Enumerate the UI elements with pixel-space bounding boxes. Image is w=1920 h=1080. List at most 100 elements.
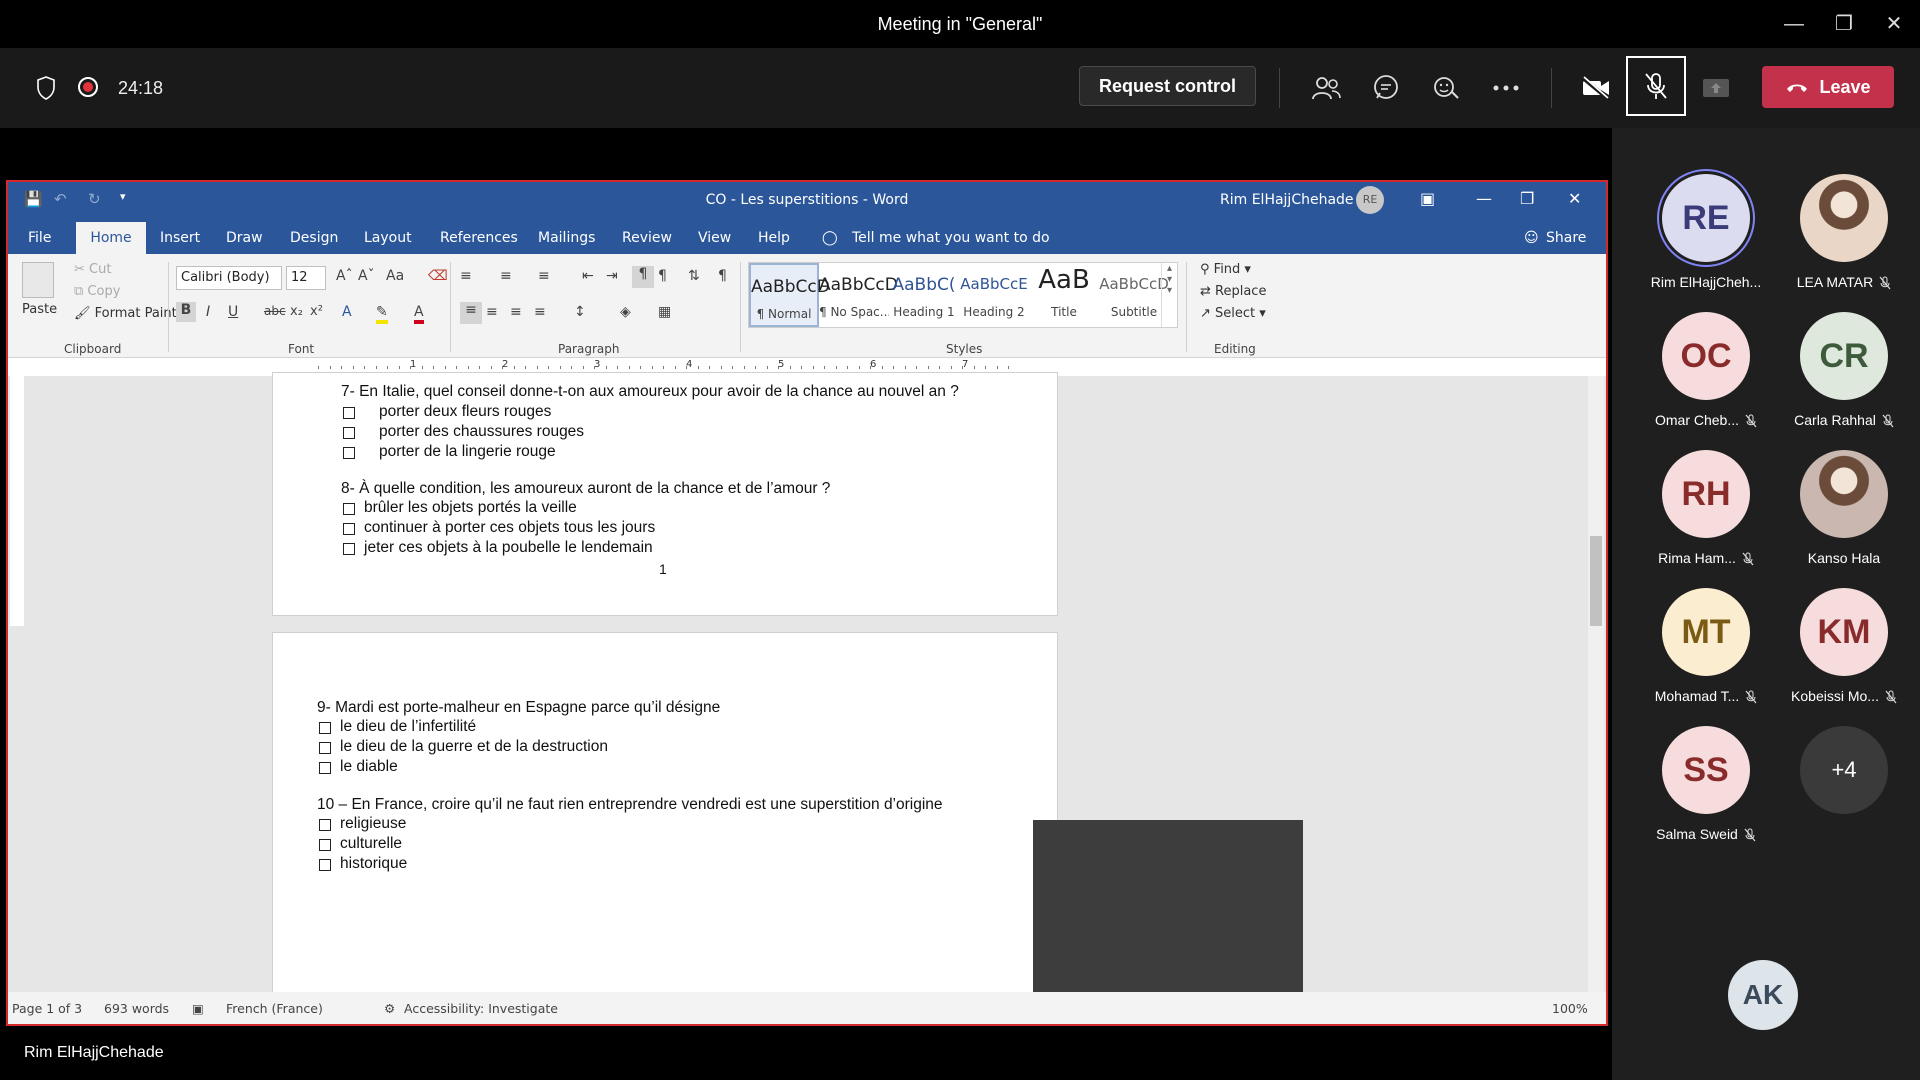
line-spacing-icon[interactable]: ↕ xyxy=(574,304,586,320)
tell-me-search[interactable]: Tell me what you want to do xyxy=(852,230,1050,246)
font-name-select[interactable]: Calibri (Body) xyxy=(176,266,282,290)
request-control-button[interactable]: Request control xyxy=(1079,66,1256,106)
document-area[interactable]: 7- En Italie, quel conseil donne-t-on au… xyxy=(8,372,1606,1012)
multilevel-list-icon[interactable]: ≡ xyxy=(538,268,550,284)
share-person-icon[interactable]: ☺ xyxy=(1524,230,1539,246)
grow-font-icon[interactable]: Aˆ xyxy=(336,268,353,284)
clear-formatting-icon[interactable]: ⌫ xyxy=(428,268,448,284)
participant-tile[interactable]: SS Salma Sweid xyxy=(1636,726,1776,856)
accessibility-status[interactable]: Accessibility: Investigate xyxy=(404,1001,558,1016)
style-no-spacing[interactable]: AaBbCcD ¶ No Spac... xyxy=(819,263,898,327)
mute-microphone-button[interactable] xyxy=(1626,56,1686,116)
underline-icon[interactable]: U xyxy=(228,304,238,320)
menu-draw[interactable]: Draw xyxy=(226,230,263,246)
participant-tile[interactable]: +4 xyxy=(1774,726,1914,856)
menu-review[interactable]: Review xyxy=(622,230,672,246)
align-left-icon[interactable]: ≡ xyxy=(460,302,482,324)
borders-icon[interactable]: ▦ xyxy=(658,304,671,320)
minimize-icon[interactable]: — xyxy=(1774,8,1814,40)
select-button[interactable]: ↗ Select ▾ xyxy=(1200,306,1266,321)
checkbox[interactable] xyxy=(343,447,355,459)
proofing-icon[interactable]: ▣ xyxy=(192,1001,204,1016)
vertical-ruler[interactable] xyxy=(10,376,24,626)
checkbox[interactable] xyxy=(343,407,355,419)
checkbox[interactable] xyxy=(343,523,355,535)
style-heading-1[interactable]: AaBbC( Heading 1 xyxy=(889,263,959,327)
participant-tile[interactable]: KM Kobeissi Mo... xyxy=(1774,588,1914,718)
ribbon-display-icon[interactable]: ▣ xyxy=(1420,189,1435,208)
checkbox[interactable] xyxy=(343,427,355,439)
change-case-icon[interactable]: Aa xyxy=(386,268,404,284)
checkbox[interactable] xyxy=(343,543,355,555)
checkbox[interactable] xyxy=(319,722,331,734)
language-status[interactable]: French (France) xyxy=(226,1001,323,1016)
restore-icon[interactable]: ❐ xyxy=(1824,8,1864,40)
strikethrough-icon[interactable]: abc xyxy=(264,304,286,318)
more-options-icon[interactable] xyxy=(1486,68,1526,108)
numbering-icon[interactable]: ≡ xyxy=(500,268,512,284)
styles-scroll[interactable]: ▴ ▾ ▾ xyxy=(1161,263,1177,327)
menu-help[interactable]: Help xyxy=(758,230,790,246)
leave-button[interactable]: Leave xyxy=(1762,66,1894,108)
decrease-indent-icon[interactable]: ⇤ xyxy=(582,268,594,284)
reactions-icon[interactable] xyxy=(1426,68,1466,108)
word-close-icon[interactable]: ✕ xyxy=(1568,189,1581,208)
checkbox[interactable] xyxy=(319,742,331,754)
participant-tile[interactable]: LEA MATAR xyxy=(1774,174,1914,304)
menu-mailings[interactable]: Mailings xyxy=(538,230,595,246)
checkbox[interactable] xyxy=(319,859,331,871)
font-size-select[interactable]: 12 xyxy=(286,266,326,290)
vertical-scrollbar[interactable] xyxy=(1588,376,1604,992)
paste-icon[interactable] xyxy=(22,262,54,298)
bold-icon[interactable]: B xyxy=(176,302,196,322)
zoom-level[interactable]: 100% xyxy=(1552,1001,1588,1016)
sort-icon[interactable]: ⇅ xyxy=(688,268,700,284)
paste-button[interactable]: Paste xyxy=(22,302,57,317)
checkbox[interactable] xyxy=(319,762,331,774)
checkbox[interactable] xyxy=(343,503,355,515)
subscript-icon[interactable]: x₂ xyxy=(290,304,303,319)
participant-tile[interactable]: MT Mohamad T... xyxy=(1636,588,1776,718)
shading-icon[interactable]: ◈ xyxy=(620,304,631,320)
italic-icon[interactable]: I xyxy=(206,304,210,320)
highlight-icon[interactable]: ✎ xyxy=(376,304,388,324)
page-count[interactable]: Page 1 of 3 xyxy=(12,1001,82,1016)
menu-file[interactable]: File xyxy=(28,230,51,246)
menu-references[interactable]: References xyxy=(440,230,518,246)
bullets-icon[interactable]: ≡ xyxy=(460,268,472,284)
find-button[interactable]: ⚲ Find ▾ xyxy=(1200,262,1251,277)
chat-icon[interactable] xyxy=(1366,68,1406,108)
style-heading-2[interactable]: AaBbCcE Heading 2 xyxy=(959,263,1029,327)
participant-tile[interactable]: RE Rim ElHajjCheh... xyxy=(1636,174,1776,304)
menu-design[interactable]: Design xyxy=(290,230,338,246)
align-right-icon[interactable]: ≡ xyxy=(510,304,522,320)
checkbox[interactable] xyxy=(319,839,331,851)
style-subtitle[interactable]: AaBbCcD Subtitle xyxy=(1099,263,1169,327)
menu-view[interactable]: View xyxy=(698,230,731,246)
ltr-icon[interactable]: ¶ xyxy=(632,266,654,288)
shrink-font-icon[interactable]: Aˇ xyxy=(358,268,375,284)
cut-button[interactable]: ✂ Cut xyxy=(74,262,111,277)
word-restore-icon[interactable]: ❐ xyxy=(1520,189,1534,208)
style-title[interactable]: AaB Title xyxy=(1029,263,1099,327)
word-user-avatar[interactable]: RE xyxy=(1356,186,1384,214)
participant-tile[interactable]: Kanso Hala xyxy=(1774,450,1914,580)
self-avatar[interactable]: AK xyxy=(1728,960,1798,1030)
camera-off-icon[interactable] xyxy=(1576,68,1616,108)
participant-tile[interactable]: CR Carla Rahhal xyxy=(1774,312,1914,442)
replace-button[interactable]: ⇄ Replace xyxy=(1200,284,1266,299)
font-color-icon[interactable]: A xyxy=(414,304,424,324)
format-painter-button[interactable]: 🖌 Format Painter xyxy=(74,306,190,321)
align-center-icon[interactable]: ≡ xyxy=(486,304,498,320)
text-effects-icon[interactable]: A xyxy=(342,304,352,320)
participant-tile[interactable]: OC Omar Cheb... xyxy=(1636,312,1776,442)
show-formatting-icon[interactable]: ¶ xyxy=(718,268,727,284)
close-icon[interactable]: ✕ xyxy=(1874,8,1914,40)
word-minimize-icon[interactable]: — xyxy=(1476,189,1492,208)
scrollbar-thumb[interactable] xyxy=(1590,536,1602,626)
share-button[interactable]: Share xyxy=(1546,230,1586,246)
share-screen-icon[interactable] xyxy=(1696,68,1736,108)
checkbox[interactable] xyxy=(319,819,331,831)
justify-icon[interactable]: ≡ xyxy=(534,304,546,320)
menu-home[interactable]: Home xyxy=(76,222,146,254)
